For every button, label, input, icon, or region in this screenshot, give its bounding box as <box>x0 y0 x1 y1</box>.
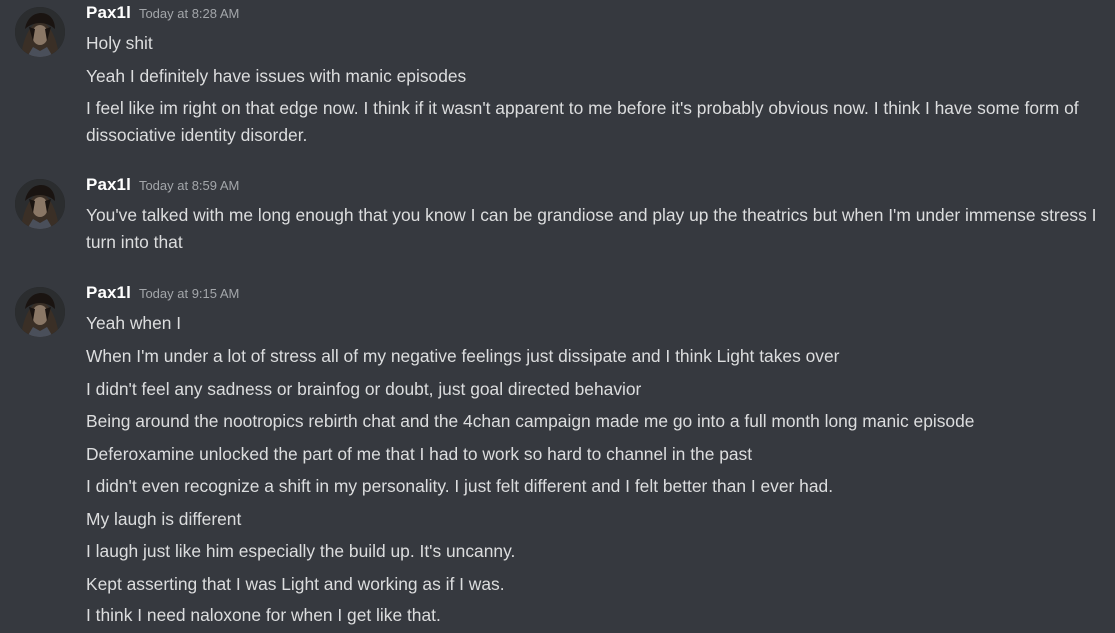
message-line: Holy shit <box>86 33 153 53</box>
message-line: I think I need naloxone for when I get l… <box>86 605 441 625</box>
message-timestamp[interactable]: Today at 8:28 AM <box>139 6 239 21</box>
author-name[interactable]: Pax1l <box>86 283 131 302</box>
message-header: Pax1l Today at 9:15 AM <box>86 283 239 303</box>
message-timestamp[interactable]: Today at 8:59 AM <box>139 178 239 193</box>
message-line: Being around the nootropics rebirth chat… <box>86 411 975 431</box>
message-line: You've talked with me long enough that y… <box>86 205 1097 252</box>
message-line: I feel like im right on that edge now. I… <box>86 98 1079 145</box>
avatar[interactable] <box>15 7 65 57</box>
message-line: Yeah I definitely have issues with manic… <box>86 66 467 86</box>
message-line: When I'm under a lot of stress all of my… <box>86 346 840 366</box>
message-line: Deferoxamine unlocked the part of me tha… <box>86 444 753 464</box>
message-line: Kept asserting that I was Light and work… <box>86 574 505 594</box>
message-timestamp[interactable]: Today at 9:15 AM <box>139 286 239 301</box>
message-header: Pax1l Today at 8:28 AM <box>86 3 239 23</box>
avatar[interactable] <box>15 179 65 229</box>
user-avatar-icon <box>15 179 65 229</box>
message-group: Pax1l Today at 9:15 AM Yeah when I When I… <box>0 280 1115 633</box>
author-name[interactable]: Pax1l <box>86 3 131 22</box>
message-line: My laugh is different <box>86 509 242 529</box>
user-avatar-icon <box>15 7 65 57</box>
author-name[interactable]: Pax1l <box>86 175 131 194</box>
user-avatar-icon <box>15 287 65 337</box>
avatar[interactable] <box>15 287 65 337</box>
message-line: I didn't feel any sadness or brainfog or… <box>86 379 642 399</box>
message-line: Yeah when I <box>86 313 182 333</box>
message-line: I laugh just like him especially the bui… <box>86 541 516 561</box>
message-group: Pax1l Today at 8:59 AM You've talked with… <box>0 172 1115 272</box>
message-group: Pax1l Today at 8:28 AM Holy shit Yeah I d… <box>0 0 1115 160</box>
message-line: I didn't even recognize a shift in my pe… <box>86 476 834 496</box>
message-header: Pax1l Today at 8:59 AM <box>86 175 239 195</box>
chat-messages: Pax1l Today at 8:28 AM Holy shit Yeah I d… <box>0 0 1115 633</box>
